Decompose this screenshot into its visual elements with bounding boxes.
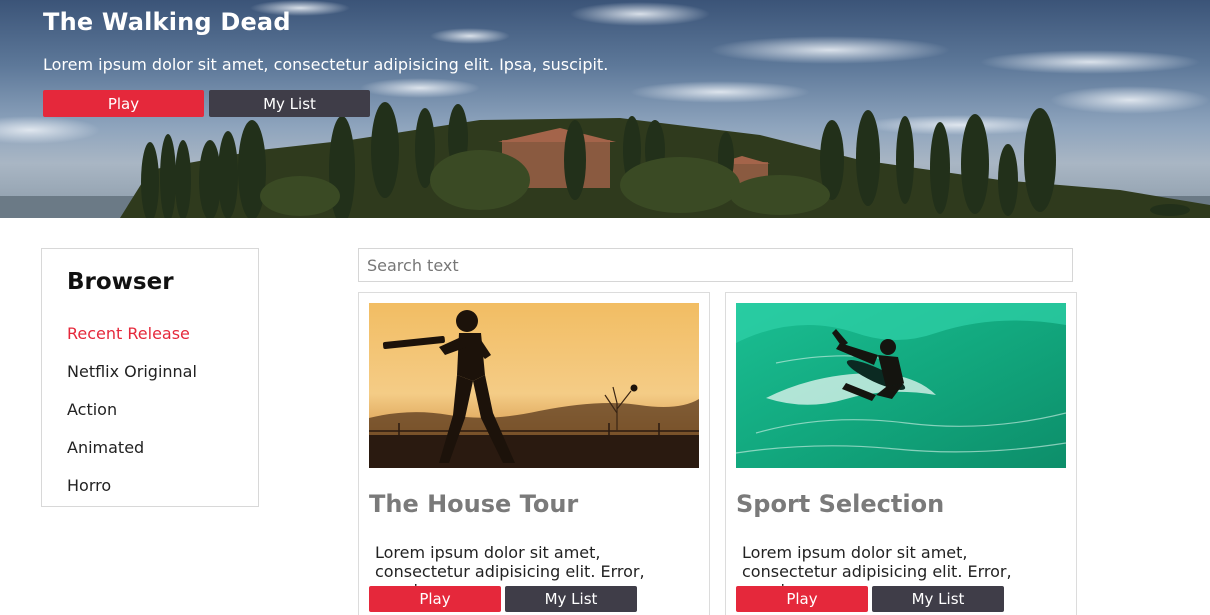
- sidebar-item-recent-release[interactable]: Recent Release: [67, 324, 197, 362]
- card-thumbnail-cricket[interactable]: [369, 303, 699, 468]
- sidebar-category-list: Recent Release Netflix Originnal Action …: [67, 324, 197, 514]
- hero-description: Lorem ipsum dolor sit amet, consectetur …: [43, 55, 609, 74]
- browse-sidebar: Browser Recent Release Netflix Originnal…: [41, 248, 259, 507]
- hero-title: The Walking Dead: [43, 8, 291, 36]
- movie-card-sport-selection: Sport Selection Lorem ipsum dolor sit am…: [725, 292, 1077, 615]
- sidebar-title: Browser: [67, 269, 174, 295]
- card-my-list-button[interactable]: My List: [872, 586, 1004, 612]
- sidebar-item-action[interactable]: Action: [67, 400, 197, 438]
- card-my-list-button[interactable]: My List: [505, 586, 637, 612]
- card-play-button[interactable]: Play: [369, 586, 501, 612]
- card-play-button[interactable]: Play: [736, 586, 868, 612]
- sidebar-item-horror[interactable]: Horro: [67, 476, 197, 514]
- card-thumbnail-surfer[interactable]: [736, 303, 1066, 468]
- card-title[interactable]: Sport Selection: [736, 490, 944, 518]
- hero-banner: The Walking Dead Lorem ipsum dolor sit a…: [0, 0, 1210, 218]
- card-title[interactable]: The House Tour: [369, 490, 578, 518]
- search-input[interactable]: [358, 248, 1073, 282]
- hero-play-button[interactable]: Play: [43, 90, 204, 117]
- hero-my-list-button[interactable]: My List: [209, 90, 370, 117]
- sidebar-item-netflix-original[interactable]: Netflix Originnal: [67, 362, 197, 400]
- sidebar-item-animated[interactable]: Animated: [67, 438, 197, 476]
- movie-card-house-tour: The House Tour Lorem ipsum dolor sit ame…: [358, 292, 710, 615]
